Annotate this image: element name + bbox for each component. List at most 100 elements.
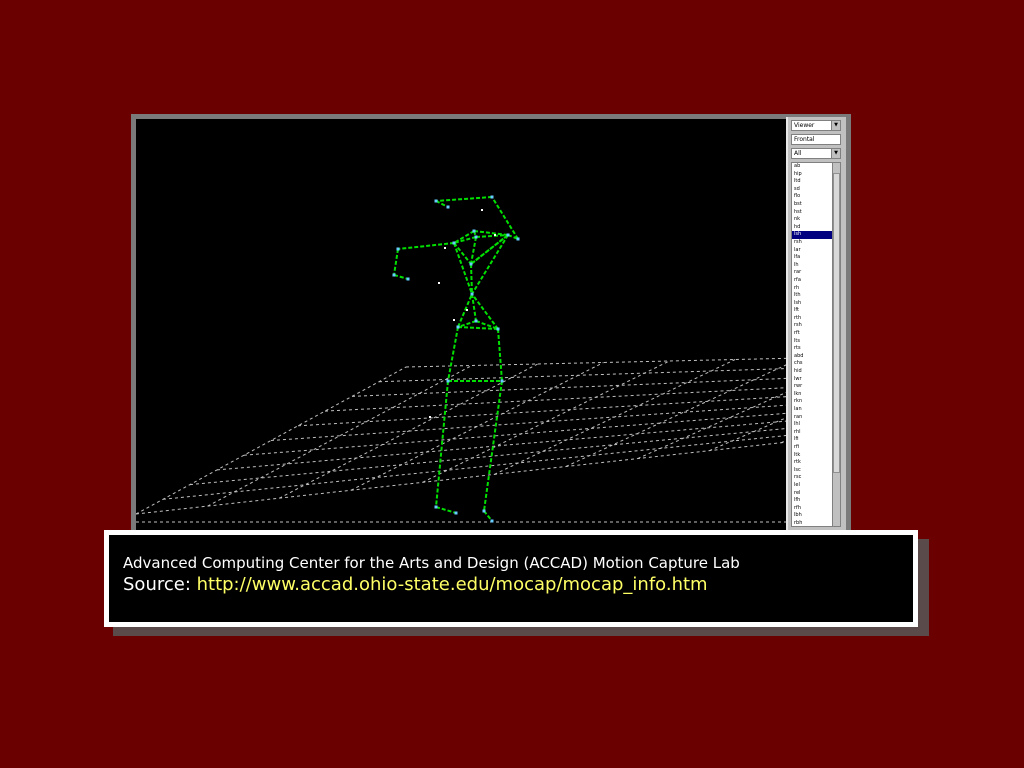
marker-point	[474, 319, 478, 323]
list-item[interactable]: lel	[792, 482, 832, 490]
marker-point	[490, 195, 494, 199]
list-item[interactable]: rhl	[792, 429, 832, 437]
list-item[interactable]: lts	[792, 338, 832, 346]
list-item[interactable]: bst	[792, 201, 832, 209]
channel-list-items: ab hip ltd sd flo bst hst nk hd lsh rsh lar lfa lh rar…	[792, 163, 832, 526]
marker-point	[516, 237, 520, 241]
list-item[interactable]: rkn	[792, 398, 832, 406]
list-item[interactable]: lsh	[792, 231, 832, 239]
list-item[interactable]: rtk	[792, 459, 832, 467]
list-item[interactable]: rts	[792, 345, 832, 353]
mocap-app-window: Viewer ▼ Frontal All ▼ ab hip ltd sd flo bst h…	[131, 114, 851, 534]
marker-point	[454, 511, 458, 515]
list-item[interactable]: ltd	[792, 178, 832, 186]
list-item[interactable]: lkn	[792, 391, 832, 399]
mocap-scene	[136, 195, 786, 523]
skeleton-bone	[447, 326, 459, 382]
3d-viewport[interactable]	[136, 119, 786, 530]
filter-dropdown-value: All	[794, 150, 802, 157]
skeleton-bone	[457, 326, 499, 330]
list-item[interactable]: rwr	[792, 383, 832, 391]
list-item[interactable]: rfh	[792, 505, 832, 513]
list-item[interactable]: rfi	[792, 444, 832, 452]
list-item[interactable]: lbh	[792, 512, 832, 520]
channel-list[interactable]: ab hip ltd sd flo bst hst nk hd lsh rsh lar lfa lh rar…	[791, 162, 841, 527]
skeleton-bone	[470, 236, 477, 265]
list-item[interactable]: rfa	[792, 277, 832, 285]
list-item[interactable]: lfa	[792, 254, 832, 262]
list-item[interactable]: lfh	[792, 497, 832, 505]
list-item[interactable]: lar	[792, 247, 832, 255]
list-item[interactable]: lwr	[792, 376, 832, 384]
source-url-link[interactable]: http://www.accad.ohio-state.edu/mocap/mo…	[197, 574, 708, 595]
marker-point	[469, 262, 473, 266]
marker-point	[453, 319, 455, 321]
floor-grid	[136, 357, 786, 523]
filter-dropdown[interactable]: All ▼	[791, 148, 841, 159]
marker-point	[434, 505, 438, 509]
skeleton-bone	[453, 242, 472, 265]
scrollbar-thumb[interactable]	[833, 173, 840, 473]
list-item[interactable]: rh	[792, 285, 832, 293]
chevron-down-icon[interactable]: ▼	[831, 121, 840, 130]
marker-point	[470, 292, 474, 296]
marker-point	[481, 209, 483, 211]
caption-inner: Advanced Computing Center for the Arts a…	[109, 535, 913, 622]
marker-point	[472, 229, 476, 233]
grid-line	[637, 391, 786, 460]
skeleton-bone	[435, 200, 449, 208]
mode-field[interactable]: Frontal	[791, 134, 841, 145]
view-dropdown[interactable]: Viewer ▼	[791, 120, 841, 131]
grid-line	[162, 435, 786, 500]
caption-source-line: Source: http://www.accad.ohio-state.edu/…	[123, 573, 913, 597]
list-item[interactable]: hst	[792, 209, 832, 217]
marker-point	[429, 416, 431, 418]
list-item[interactable]: rsc	[792, 474, 832, 482]
list-item[interactable]: hd	[792, 224, 832, 232]
skeleton-bone	[453, 242, 473, 295]
list-item[interactable]: lsc	[792, 467, 832, 475]
list-item[interactable]: lth	[792, 292, 832, 300]
list-item[interactable]: nk	[792, 216, 832, 224]
list-item[interactable]: lhl	[792, 421, 832, 429]
list-item[interactable]: hid	[792, 368, 832, 376]
marker-point	[438, 282, 440, 284]
marker-point	[490, 519, 494, 523]
skeleton-figure	[393, 196, 519, 522]
chevron-down-icon[interactable]: ▼	[831, 149, 840, 158]
list-item[interactable]: chs	[792, 360, 832, 368]
list-item[interactable]: flo	[792, 193, 832, 201]
grid-line	[136, 441, 786, 515]
view-dropdown-value: Viewer	[794, 122, 815, 129]
grid-line	[243, 412, 786, 456]
list-item[interactable]: rft	[792, 330, 832, 338]
list-item[interactable]: abd	[792, 353, 832, 361]
list-item[interactable]: lh	[792, 262, 832, 270]
list-item[interactable]: sd	[792, 186, 832, 194]
side-panel: Viewer ▼ Frontal All ▼ ab hip ltd sd flo bst h…	[786, 117, 846, 531]
grid-line	[405, 357, 786, 368]
list-item[interactable]: ltk	[792, 452, 832, 460]
list-item[interactable]: ab	[792, 163, 832, 171]
list-item[interactable]: lan	[792, 406, 832, 414]
list-item[interactable]: rbh	[792, 520, 832, 526]
list-scrollbar[interactable]	[832, 163, 840, 526]
marker-point	[406, 277, 410, 281]
list-item[interactable]: hip	[792, 171, 832, 179]
list-item[interactable]: rsh	[792, 322, 832, 330]
list-item[interactable]: lsh	[792, 300, 832, 308]
marker-point	[396, 247, 400, 251]
list-item[interactable]: rar	[792, 269, 832, 277]
marker-point	[494, 234, 496, 236]
skeleton-bone	[435, 196, 493, 202]
marker-point	[506, 233, 510, 237]
source-label: Source:	[123, 574, 197, 595]
list-item[interactable]: lfi	[792, 436, 832, 444]
marker-point	[444, 247, 446, 249]
list-item[interactable]: rsh	[792, 239, 832, 247]
list-item[interactable]: rel	[792, 490, 832, 498]
list-item[interactable]: rth	[792, 315, 832, 323]
marker-point	[500, 379, 504, 383]
list-item[interactable]: lft	[792, 307, 832, 315]
list-item[interactable]: ran	[792, 414, 832, 422]
